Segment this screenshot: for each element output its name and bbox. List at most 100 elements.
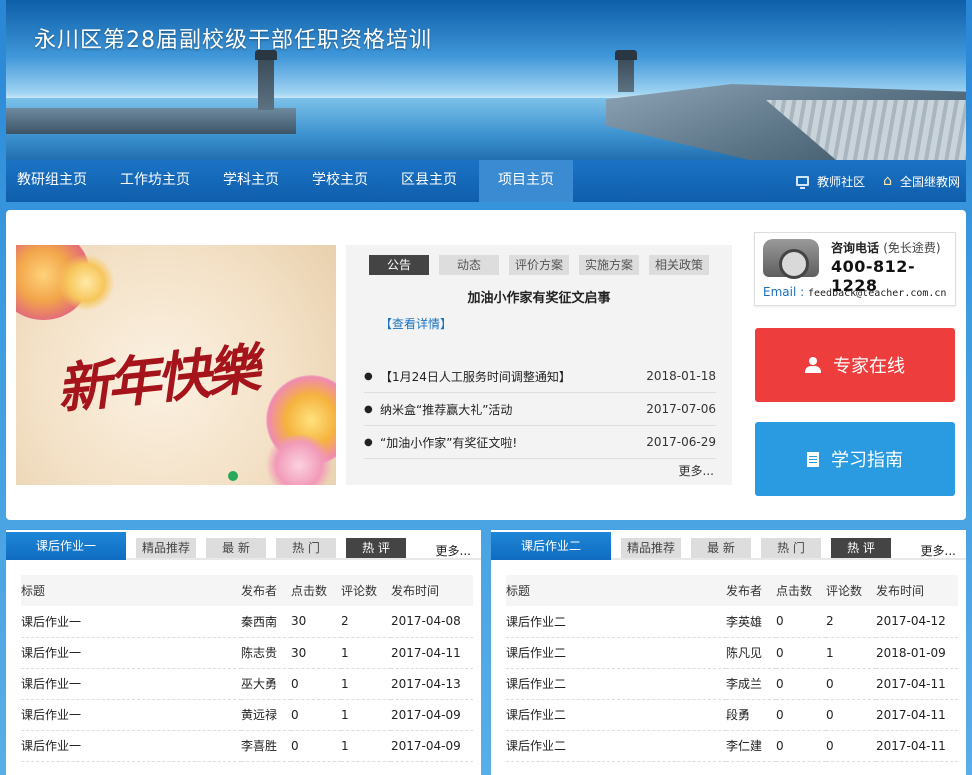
email-address[interactable]: feedback@teacher.com.cn	[808, 288, 946, 299]
table-row[interactable]: 课后作业一 李喜胜 0 1 2017-04-09	[21, 730, 473, 762]
cell-clicks: 0	[776, 606, 826, 638]
list-item[interactable]: ● “加油小作家”有奖征文啦! 2017-06-29	[364, 426, 716, 459]
table-row[interactable]: 课后作业二 李英雄 0 2 2017-04-12	[506, 606, 958, 638]
homework-panel-title[interactable]: 课后作业二	[491, 532, 611, 560]
tab-news[interactable]: 动态	[439, 255, 499, 275]
cell-comments: 1	[341, 730, 391, 762]
national-education-link[interactable]: ⌂ 全国继教网	[883, 173, 960, 190]
column-header: 标题	[506, 575, 726, 606]
nav-item-district[interactable]: 区县主页	[390, 160, 468, 202]
cell-date: 2017-04-08	[391, 606, 473, 638]
top-panel: 新年快樂 公告 动态 评价方案 实施方案 相关政策 加油小作家有奖征文启事 【查…	[6, 210, 966, 520]
list-item-date: 2017-07-06	[646, 402, 716, 416]
expert-online-label: 专家在线	[833, 356, 905, 377]
homework-more-link[interactable]: 更多...	[921, 542, 956, 559]
table-row[interactable]: 课后作业二 李仁建 0 0 2017-04-11	[506, 730, 958, 762]
cell-title[interactable]: 课后作业一	[21, 668, 241, 700]
announcement-headline[interactable]: 加油小作家有奖征文启事	[346, 287, 732, 306]
cell-date: 2017-04-11	[876, 730, 958, 762]
nav-item-project[interactable]: 项目主页	[479, 160, 573, 202]
table-row[interactable]: 课后作业一 黄远禄 0 1 2017-04-09	[21, 699, 473, 731]
nav-item-school[interactable]: 学校主页	[301, 160, 379, 202]
view-details-link[interactable]: 【查看详情】	[380, 315, 452, 332]
column-header: 评论数	[826, 575, 876, 606]
cell-clicks: 0	[291, 730, 341, 762]
cell-comments: 2	[341, 606, 391, 638]
column-header: 发布者	[241, 575, 291, 606]
flower-decoration	[56, 255, 116, 310]
cell-date: 2017-04-09	[391, 699, 473, 731]
homework-table: 标题 发布者 点击数 评论数 发布时间 课后作业二 李英雄 0 2 2017-0…	[506, 575, 958, 762]
cell-title[interactable]: 课后作业二	[506, 606, 726, 638]
table-row[interactable]: 课后作业二 陈凡见 0 1 2018-01-09	[506, 637, 958, 669]
cell-clicks: 0	[776, 668, 826, 700]
column-header: 发布时间	[391, 575, 473, 606]
cell-title[interactable]: 课后作业二	[506, 668, 726, 700]
cell-title[interactable]: 课后作业一	[21, 637, 241, 669]
tab-recommended[interactable]: 精品推荐	[621, 538, 681, 558]
tab-notice[interactable]: 公告	[369, 255, 429, 275]
list-item[interactable]: ● 纳米盒“推荐赢大礼”活动 2017-07-06	[364, 393, 716, 426]
expert-online-button[interactable]: 专家在线	[755, 328, 955, 402]
table-row[interactable]: 课后作业一 陈志贵 30 1 2017-04-11	[21, 637, 473, 669]
email-label: Email :	[763, 285, 805, 299]
table-header-row: 标题 发布者 点击数 评论数 发布时间	[21, 575, 473, 606]
tab-most-commented[interactable]: 热 评	[346, 538, 406, 558]
homework-panel-header: 课后作业二 精品推荐 最 新 热 门 热 评 更多...	[491, 530, 966, 560]
teacher-community-link[interactable]: 教师社区	[796, 173, 865, 190]
list-item-date: 2017-06-29	[646, 435, 716, 449]
table-row[interactable]: 课后作业一 巫大勇 0 1 2017-04-13	[21, 668, 473, 700]
table-row[interactable]: 课后作业二 段勇 0 0 2017-04-11	[506, 699, 958, 731]
cell-comments: 1	[341, 699, 391, 731]
cell-author: 黄远禄	[241, 699, 291, 731]
cell-title[interactable]: 课后作业一	[21, 730, 241, 762]
banner-right-lighthouse	[615, 50, 637, 92]
cell-title[interactable]: 课后作业一	[21, 606, 241, 638]
study-guide-button[interactable]: 学习指南	[755, 422, 955, 496]
cell-author: 秦西南	[241, 606, 291, 638]
tab-popular[interactable]: 热 门	[761, 538, 821, 558]
cell-date: 2017-04-13	[391, 668, 473, 700]
announcement-more-link[interactable]: 更多...	[679, 462, 714, 479]
banner-rail	[751, 86, 966, 156]
tab-recommended[interactable]: 精品推荐	[136, 538, 196, 558]
column-header: 点击数	[291, 575, 341, 606]
cell-comments: 2	[826, 606, 876, 638]
cell-title[interactable]: 课后作业一	[21, 699, 241, 731]
site-title: 永川区第28届副校级干部任职资格培训	[34, 28, 432, 53]
nav-right-links: 教师社区 ⌂ 全国继教网	[796, 173, 966, 190]
slide-indicator-dot[interactable]	[228, 471, 238, 481]
cell-clicks: 30	[291, 606, 341, 638]
hotline-label-text: 咨询电话	[831, 241, 880, 255]
list-item[interactable]: ● 【1月24日人工服务时间调整通知】 2018-01-18	[364, 360, 716, 393]
tab-evaluation-plan[interactable]: 评价方案	[509, 255, 569, 275]
tab-most-commented[interactable]: 热 评	[831, 538, 891, 558]
table-row[interactable]: 课后作业二 李成兰 0 0 2017-04-11	[506, 668, 958, 700]
cell-clicks: 0	[776, 699, 826, 731]
nav-item-teaching-group[interactable]: 教研组主页	[6, 160, 98, 202]
homework-panel-title[interactable]: 课后作业一	[6, 532, 126, 560]
person-icon	[805, 357, 821, 373]
nav-item-subject[interactable]: 学科主页	[212, 160, 290, 202]
list-item-date: 2018-01-18	[646, 369, 716, 383]
slide-greeting-text: 新年快樂	[53, 336, 260, 422]
banner-left-lighthouse	[255, 50, 277, 110]
tab-popular[interactable]: 热 门	[276, 538, 336, 558]
tab-latest[interactable]: 最 新	[206, 538, 266, 558]
slideshow[interactable]: 新年快樂	[16, 245, 336, 485]
homework-more-link[interactable]: 更多...	[436, 542, 471, 559]
cell-title[interactable]: 课后作业二	[506, 730, 726, 762]
tab-latest[interactable]: 最 新	[691, 538, 751, 558]
header-banner: 永川区第28届副校级干部任职资格培训	[6, 0, 966, 160]
tab-related-policy[interactable]: 相关政策	[649, 255, 709, 275]
cell-title[interactable]: 课后作业二	[506, 637, 726, 669]
hotline-card: 咨询电话 (免长途费) 400-812-1228 Email : feedbac…	[754, 232, 956, 306]
cell-clicks: 0	[776, 730, 826, 762]
cell-title[interactable]: 课后作业二	[506, 699, 726, 731]
homework-panel-2: 课后作业二 精品推荐 最 新 热 门 热 评 更多... 标题 发布者 点击数 …	[491, 530, 966, 775]
hotline-label: 咨询电话 (免长途费)	[831, 239, 941, 256]
nav-item-workshop[interactable]: 工作坊主页	[109, 160, 201, 202]
tab-implementation-plan[interactable]: 实施方案	[579, 255, 639, 275]
table-row[interactable]: 课后作业一 秦西南 30 2 2017-04-08	[21, 606, 473, 638]
column-header: 标题	[21, 575, 241, 606]
